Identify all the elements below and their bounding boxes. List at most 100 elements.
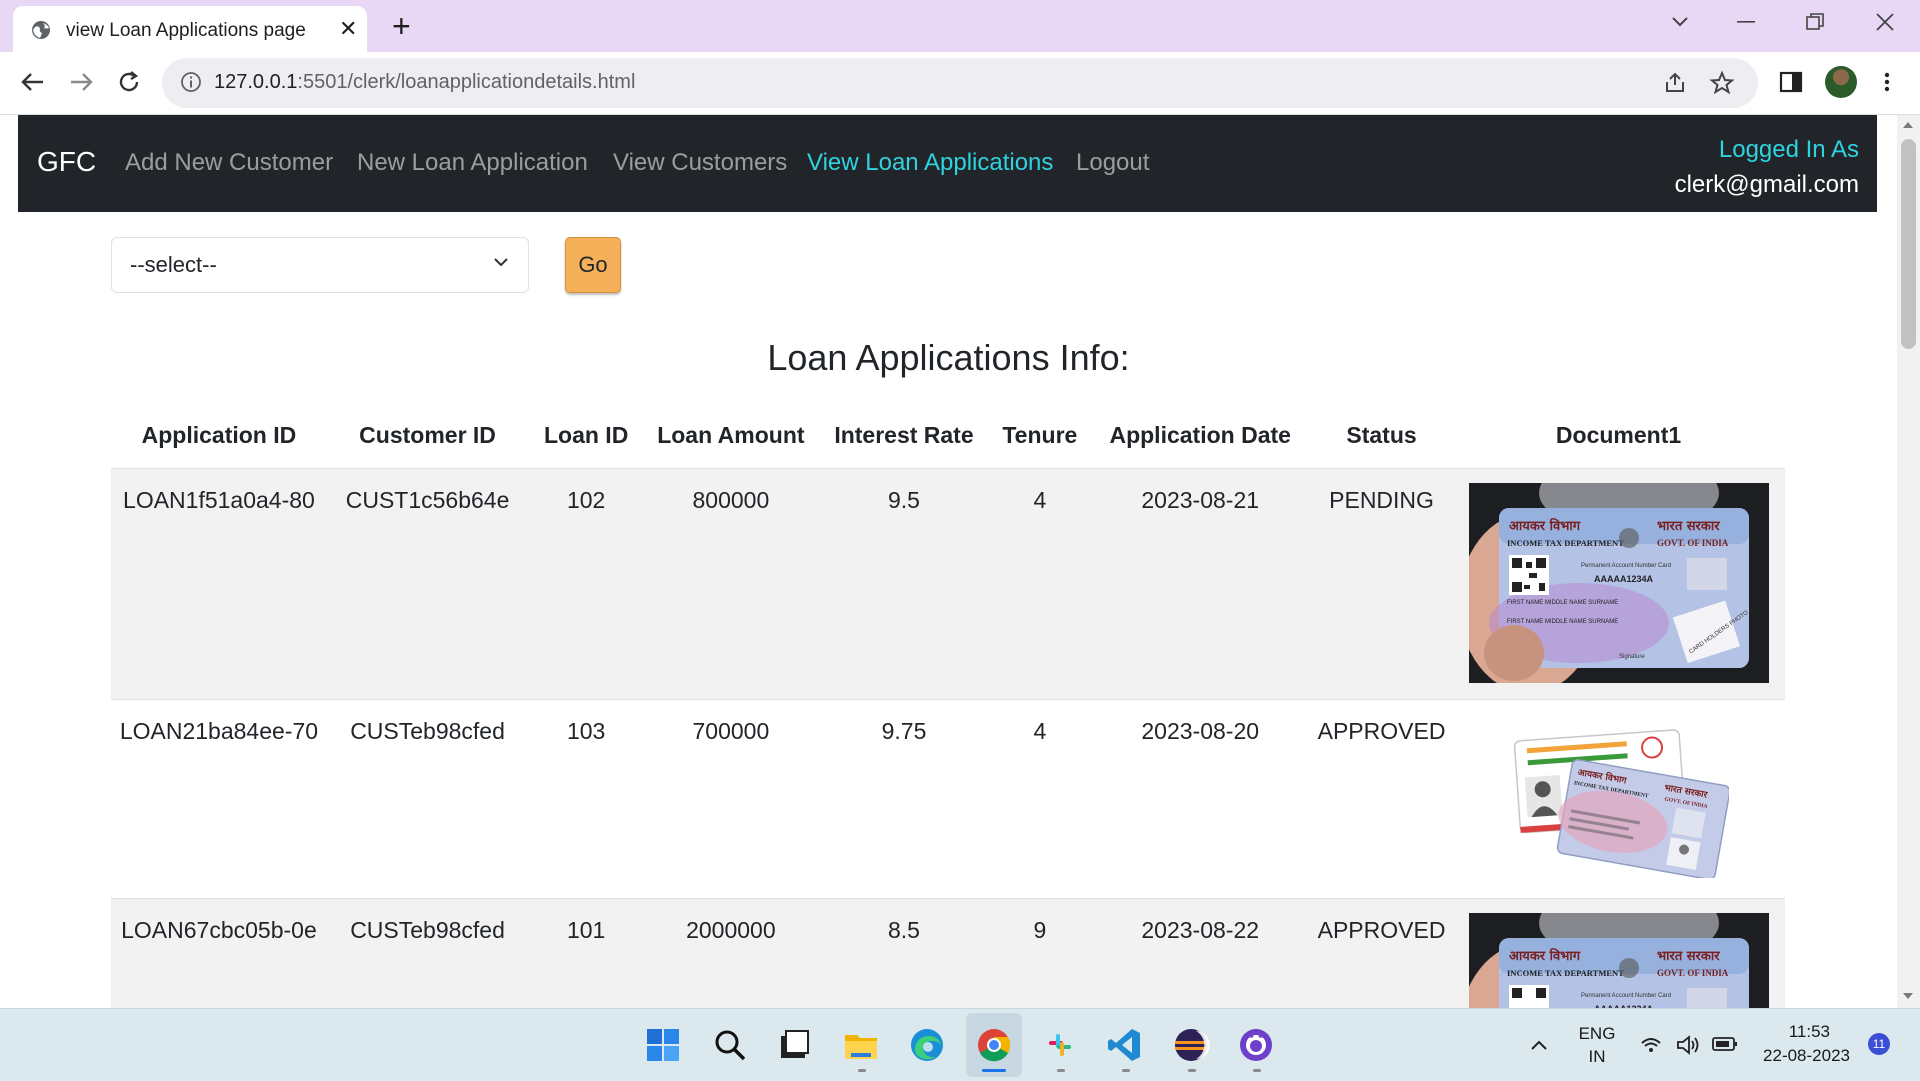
logged-in-email: clerk@gmail.com	[1674, 171, 1859, 198]
cell-application-date: 2023-08-20	[1089, 699, 1311, 899]
url-path: :5501/clerk/loanapplicationdetails.html	[297, 71, 636, 93]
browser-toolbar: 127.0.0.1:5501/clerk/loanapplicationdeta…	[0, 52, 1920, 115]
back-arrow-icon[interactable]	[19, 68, 47, 96]
tab-title: view Loan Applications page	[66, 20, 306, 41]
nav-view-customers[interactable]: View Customers	[613, 149, 787, 177]
clock-time[interactable]: 11:53	[1740, 1022, 1830, 1042]
cell-customer-id: CUSTeb98cfed	[326, 898, 529, 1008]
card-govt: GOVT. OF INDIA	[1657, 538, 1729, 548]
kebab-menu-icon[interactable]	[1873, 68, 1901, 96]
running-indicator	[858, 1069, 866, 1072]
cell-application-date: 2023-08-21	[1089, 468, 1311, 700]
table-row: LOAN67cbc05b-0e CUSTeb98cfed 101 2000000…	[111, 898, 1785, 1008]
chrome-icon[interactable]	[975, 1026, 1013, 1064]
cell-tenure: 4	[990, 699, 1090, 899]
scroll-up-arrow-icon[interactable]	[1903, 122, 1913, 128]
running-indicator	[1253, 1069, 1261, 1072]
battery-icon[interactable]	[1712, 1036, 1738, 1052]
cell-tenure: 4	[990, 468, 1090, 700]
pan-card-document-image[interactable]: आयकर विभाग भारत सरकार INCOME TAX DEPARTM…	[1468, 483, 1769, 683]
cell-loan-id: 102	[528, 468, 645, 700]
logged-in-label: Logged In As	[1718, 136, 1859, 163]
reload-icon[interactable]	[115, 68, 143, 96]
profile-avatar[interactable]	[1825, 66, 1857, 98]
new-tab-icon[interactable]: +	[392, 8, 411, 45]
eclipse-icon[interactable]	[1172, 1026, 1210, 1064]
wifi-icon[interactable]	[1640, 1035, 1662, 1055]
close-window-icon[interactable]	[1876, 13, 1894, 31]
language-region[interactable]: IN	[1572, 1047, 1622, 1067]
chevron-down-icon	[494, 258, 508, 266]
brand-logo[interactable]: GFC	[37, 146, 96, 178]
bookmark-star-icon[interactable]	[1709, 70, 1735, 96]
chevron-up-icon[interactable]	[1530, 1039, 1548, 1051]
cell-status: APPROVED	[1311, 699, 1453, 899]
side-panel-icon[interactable]	[1777, 68, 1805, 96]
github-desktop-icon[interactable]	[1237, 1026, 1275, 1064]
running-indicator	[1122, 1069, 1130, 1072]
table-header-row: Application ID Customer ID Loan ID Loan …	[111, 402, 1785, 469]
card-pan-label: Permanent Account Number Card	[1581, 563, 1671, 569]
vscode-icon[interactable]	[1106, 1026, 1144, 1064]
browser-tab[interactable]: view Loan Applications page ✕	[13, 6, 367, 52]
cell-loan-id: 103	[528, 699, 645, 899]
nav-view-loan-applications[interactable]: View Loan Applications	[807, 149, 1053, 177]
cell-customer-id: CUST1c56b64e	[326, 468, 529, 700]
cell-application-id: LOAN67cbc05b-0e	[111, 898, 327, 1008]
address-bar[interactable]: 127.0.0.1:5501/clerk/loanapplicationdeta…	[162, 58, 1758, 108]
nav-add-new-customer[interactable]: Add New Customer	[125, 149, 333, 177]
cell-loan-amount: 800000	[644, 468, 818, 700]
restore-icon[interactable]	[1806, 13, 1824, 31]
card-dept: INCOME TAX DEPARTMENT	[1507, 538, 1624, 548]
cell-document: आयकर विभाग भारत सरकार INCOME TAX DEPARTM…	[1452, 898, 1785, 1008]
close-tab-icon[interactable]: ✕	[339, 16, 357, 42]
card3-govt: GOVT. OF INDIA	[1657, 968, 1729, 978]
header-customer-id: Customer ID	[326, 402, 529, 469]
edge-icon[interactable]	[908, 1026, 946, 1064]
minimize-icon[interactable]	[1737, 20, 1755, 24]
tab-search-chevron-icon[interactable]	[1670, 14, 1690, 28]
aadhaar-pan-document-image[interactable]: आयकर विभाग भारत सरकार INCOME TAX DEPARTM…	[1509, 728, 1729, 878]
windows-taskbar: ENG IN 11:53 22-08-2023 11	[0, 1008, 1920, 1081]
card3-pan-label: Permanent Account Number Card	[1581, 993, 1671, 999]
clock-date[interactable]: 22-08-2023	[1740, 1046, 1850, 1066]
share-icon[interactable]	[1662, 70, 1688, 96]
header-application-date: Application Date	[1089, 402, 1311, 469]
pan-card-document-image[interactable]: आयकर विभाग भारत सरकार INCOME TAX DEPARTM…	[1468, 913, 1769, 1008]
cell-tenure: 9	[990, 898, 1090, 1008]
page-scrollbar[interactable]	[1897, 115, 1920, 1008]
cell-application-id: LOAN21ba84ee-70	[111, 699, 327, 899]
forward-arrow-icon[interactable]	[67, 68, 95, 96]
cell-interest-rate: 9.5	[817, 468, 991, 700]
scroll-down-arrow-icon[interactable]	[1903, 993, 1913, 999]
task-view-icon[interactable]	[775, 1026, 813, 1064]
header-application-id: Application ID	[111, 402, 327, 469]
page-content: GFC Add New Customer New Loan Applicatio…	[0, 115, 1897, 1008]
site-info-icon[interactable]	[180, 71, 202, 93]
windows-start-icon[interactable]	[644, 1026, 682, 1064]
scrollbar-thumb[interactable]	[1901, 139, 1916, 349]
nav-logout[interactable]: Logout	[1076, 149, 1149, 177]
search-icon[interactable]	[711, 1026, 749, 1064]
card-name-line-2: FIRST NAME MIDDLE NAME SURNAME	[1507, 619, 1618, 625]
card3-hindi-right: भारत सरकार	[1657, 949, 1720, 964]
go-button[interactable]: Go	[565, 237, 621, 293]
card3-hindi-left: आयकर विभाग	[1509, 948, 1581, 964]
table-row: LOAN1f51a0a4-80 CUST1c56b64e 102 800000 …	[111, 468, 1785, 700]
notification-badge[interactable]: 11	[1868, 1033, 1890, 1055]
card-hindi-right: भारत सरकार	[1657, 519, 1720, 534]
file-explorer-icon[interactable]	[842, 1026, 880, 1064]
cell-interest-rate: 9.75	[817, 699, 991, 899]
volume-icon[interactable]	[1676, 1034, 1700, 1056]
table-row: LOAN21ba84ee-70 CUSTeb98cfed 103 700000 …	[111, 699, 1785, 899]
status-filter-select[interactable]: --select--	[111, 237, 529, 293]
slack-icon[interactable]	[1041, 1026, 1079, 1064]
logged-in-info: Logged In As clerk@gmail.com	[1675, 132, 1859, 202]
url-host: 127.0.0.1	[214, 71, 298, 93]
language-code[interactable]: ENG	[1572, 1024, 1622, 1044]
card-pan-number: AAAAA1234A	[1594, 574, 1654, 584]
header-tenure: Tenure	[990, 402, 1090, 469]
header-status: Status	[1311, 402, 1453, 469]
loan-applications-table: Application ID Customer ID Loan ID Loan …	[111, 402, 1785, 1008]
nav-new-loan-application[interactable]: New Loan Application	[357, 149, 588, 177]
